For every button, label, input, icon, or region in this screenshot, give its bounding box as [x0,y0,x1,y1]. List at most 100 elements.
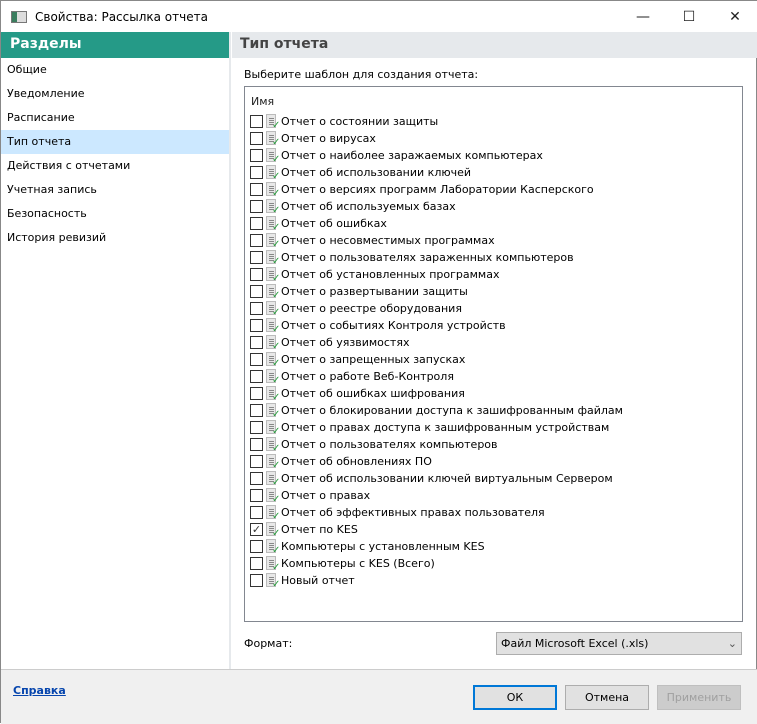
list-item[interactable]: ✓ Отчет о блокировании доступа к зашифров… [250,402,623,420]
main-panel: Тип отчета Выберите шаблон для создания … [232,32,757,669]
list-item[interactable]: ✓ Отчет об эффективных правах пользовател… [250,504,623,522]
format-label: Формат: [244,637,293,650]
report-document-icon: ✓ [266,233,280,250]
report-checkbox[interactable] [250,183,263,196]
report-checkbox[interactable] [250,336,263,349]
list-item[interactable]: ✓ Отчет о наиболее заражаемых компьютерах [250,147,623,165]
report-checkbox[interactable] [250,285,263,298]
report-checkbox[interactable] [250,540,263,553]
dialog-footer: Справка ОК Отмена Применить [1,669,757,724]
sidebar-item[interactable]: Безопасность [1,202,229,226]
apply-button[interactable]: Применить [657,685,741,710]
sidebar-header: Разделы [1,32,229,58]
report-template-list[interactable]: Имя ✓ Отчет о состоянии защиты ✓ Отчет о ви… [244,86,743,622]
list-item[interactable]: ✓ Компьютеры с KES (Всего) [250,555,623,573]
report-label: Отчет по KES [281,523,358,536]
sections-sidebar: Разделы Общие Уведомление Расписание Тип от… [1,32,231,669]
report-checkbox[interactable] [250,387,263,400]
report-checkbox[interactable] [250,421,263,434]
report-checkbox[interactable] [250,557,263,570]
report-label: Отчет о пользователях зараженных компьют… [281,251,574,264]
report-checkbox[interactable] [250,251,263,264]
list-item[interactable]: ✓ Отчет об ошибках [250,215,623,233]
sidebar-item[interactable]: Учетная запись [1,178,229,202]
report-checkbox[interactable] [250,506,263,519]
title-bar: Свойства: Рассылка отчета — ☐ ✕ [1,1,757,32]
column-header-name[interactable]: Имя [251,95,274,108]
report-label: Отчет о несовместимых программах [281,234,495,247]
report-checkbox[interactable] [250,489,263,502]
window-title: Свойства: Рассылка отчета [35,9,208,24]
list-item[interactable]: ✓ Отчет о запрещенных запусках [250,351,623,369]
sidebar-item[interactable]: Уведомление [1,82,229,106]
list-item[interactable]: ✓ Отчет об ошибках шифрования [250,385,623,403]
list-item[interactable]: ✓ Отчет о правах [250,487,623,505]
report-checkbox[interactable] [250,472,263,485]
list-item[interactable]: ✓ Отчет об использовании ключей [250,164,623,182]
report-checkbox[interactable] [250,166,263,179]
template-prompt: Выберите шаблон для создания отчета: [244,68,479,81]
list-item[interactable]: ✓ Новый отчет [250,572,623,590]
report-checkbox[interactable] [250,234,263,247]
report-label: Компьютеры с установленным KES [281,540,485,553]
report-document-icon: ✓ [266,488,280,505]
list-item[interactable]: ✓ Отчет об использовании ключей виртуальн… [250,470,623,488]
report-label: Отчет об использовании ключей [281,166,472,179]
list-item[interactable]: ✓ Отчет об используемых базах [250,198,623,216]
list-item[interactable]: ✓ Отчет об обновлениях ПО [250,453,623,471]
format-value: Файл Microsoft Excel (.xls) [501,637,649,650]
report-document-icon: ✓ [266,165,280,182]
list-item[interactable]: ✓ Отчет о состоянии защиты [250,113,623,131]
report-checkbox[interactable] [250,217,263,230]
close-button[interactable]: ✕ [712,1,757,32]
ok-button[interactable]: ОК [473,685,557,710]
chevron-down-icon: ⌄ [727,637,737,650]
sidebar-item[interactable]: Расписание [1,106,229,130]
list-item[interactable]: ✓ Отчет о событиях Контроля устройств [250,317,623,335]
list-item[interactable]: ✓ Отчет об установленных программах [250,266,623,284]
report-checkbox[interactable] [250,268,263,281]
sidebar-item[interactable]: Тип отчета [1,130,229,154]
report-checkbox[interactable] [250,115,263,128]
cancel-button[interactable]: Отмена [565,685,649,710]
list-item[interactable]: ✓ Отчет о вирусах [250,130,623,148]
list-item[interactable]: ✓ ✓ Отчет по KES [250,521,623,539]
dialog-window: Свойства: Рассылка отчета — ☐ ✕ Разделы … [0,0,757,724]
report-label: Отчет об уязвимостях [281,336,410,349]
sidebar-item[interactable]: Общие [1,58,229,82]
list-item[interactable]: ✓ Отчет об уязвимостях [250,334,623,352]
list-item[interactable]: ✓ Отчет о реестре оборудования [250,300,623,318]
sidebar-item[interactable]: Действия с отчетами [1,154,229,178]
report-document-icon: ✓ [266,369,280,386]
list-item[interactable]: ✓ Отчет о правах доступа к зашифрованным … [250,419,623,437]
report-document-icon: ✓ [266,386,280,403]
sidebar-item[interactable]: История ревизий [1,226,229,250]
list-item[interactable]: ✓ Отчет о версиях программ Лаборатории Ка… [250,181,623,199]
report-checkbox[interactable] [250,353,263,366]
report-checkbox[interactable] [250,132,263,145]
report-checkbox[interactable] [250,455,263,468]
list-item[interactable]: ✓ Отчет о работе Веб-Контроля [250,368,623,386]
report-checkbox[interactable] [250,370,263,383]
report-checkbox[interactable] [250,319,263,332]
list-item[interactable]: ✓ Компьютеры с установленным KES [250,538,623,556]
format-select[interactable]: Файл Microsoft Excel (.xls) ⌄ [496,632,742,655]
help-link[interactable]: Справка [13,684,66,697]
report-checkbox[interactable] [250,200,263,213]
report-label: Отчет об используемых базах [281,200,456,213]
list-item[interactable]: ✓ Отчет о пользователях компьютеров [250,436,623,454]
report-checkbox[interactable] [250,438,263,451]
maximize-button[interactable]: ☐ [666,1,712,32]
app-icon [11,10,27,23]
report-checkbox[interactable] [250,574,263,587]
report-checkbox[interactable]: ✓ [250,523,263,536]
list-item[interactable]: ✓ Отчет о несовместимых программах [250,232,623,250]
report-checkbox[interactable] [250,302,263,315]
minimize-button[interactable]: — [620,1,666,32]
list-item[interactable]: ✓ Отчет о пользователях зараженных компью… [250,249,623,267]
report-checkbox[interactable] [250,149,263,162]
list-item[interactable]: ✓ Отчет о развертывании защиты [250,283,623,301]
report-label: Компьютеры с KES (Всего) [281,557,435,570]
report-checkbox[interactable] [250,404,263,417]
report-document-icon: ✓ [266,182,280,199]
